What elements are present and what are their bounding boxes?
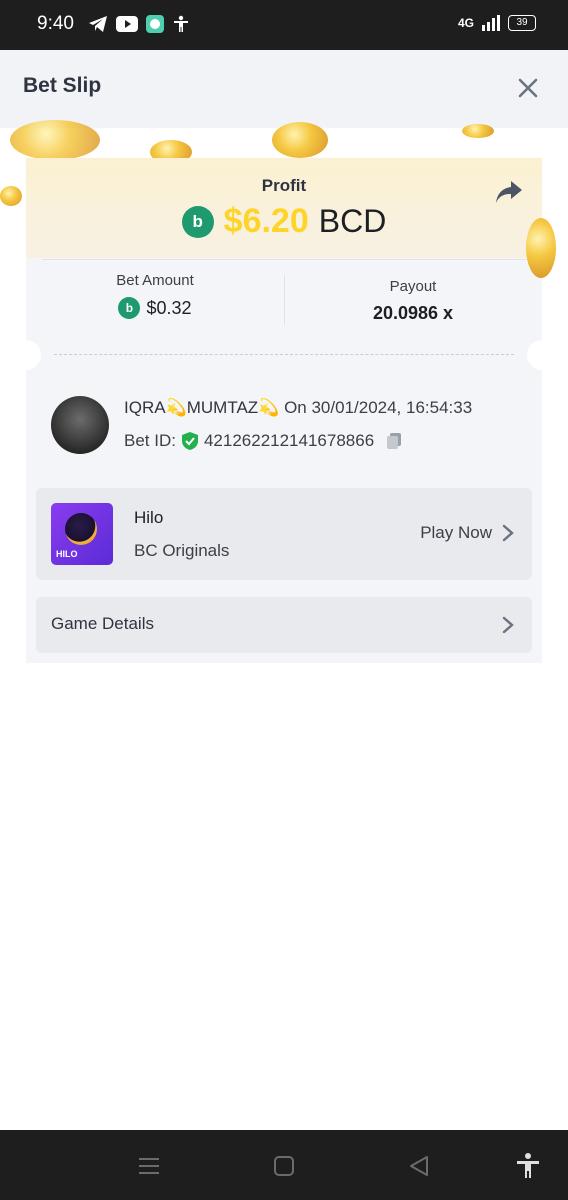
ticket-notch — [11, 340, 41, 370]
signal-icon — [482, 15, 500, 31]
accessibility-icon[interactable] — [514, 1152, 542, 1180]
profit-label: Profit — [261, 176, 307, 195]
chevron-right-icon — [502, 616, 514, 634]
bet-amount-value: $0.32 — [146, 297, 192, 318]
bet-slip-header: Bet Slip — [0, 50, 568, 128]
network-label: 4G — [457, 16, 474, 30]
system-nav-bar — [0, 1130, 568, 1200]
page-title: Bet Slip — [23, 74, 102, 97]
decorative-coin — [10, 120, 100, 160]
payout-value: 20.0986 x — [372, 303, 454, 323]
accessibility-icon — [174, 15, 188, 32]
telegram-icon — [89, 16, 107, 32]
bet-amount-value-row: b $0.32 — [26, 297, 284, 319]
chevron-right-icon — [502, 524, 514, 542]
game-row[interactable]: HILO Hilo BC Originals Play Now — [36, 488, 532, 580]
share-icon[interactable] — [494, 178, 524, 206]
payout-stat: Payout 20.0986 x — [284, 272, 542, 324]
bet-id-label: Bet ID: — [124, 431, 176, 450]
game-details-label: Game Details — [51, 614, 154, 633]
game-thumbnail-label: HILO — [56, 549, 78, 559]
menu-icon[interactable] — [135, 1152, 163, 1180]
bet-id-value: 421262212141678866 — [203, 431, 375, 450]
back-icon[interactable] — [405, 1152, 433, 1180]
status-bar: 9:40 4G 39 — [0, 0, 568, 50]
profit-currency: BCD — [318, 203, 387, 239]
profit-amount: $6.20 — [223, 202, 309, 240]
username[interactable]: IQRA💫MUMTAZ💫 — [124, 398, 279, 417]
close-icon[interactable] — [516, 76, 540, 100]
chat-app-icon — [146, 15, 164, 33]
ticket-perforation — [54, 354, 514, 355]
screen: 9:40 4G 39 Bet Slip Profit b $6.20 BCD B… — [0, 0, 568, 1200]
bet-amount-stat: Bet Amount b $0.32 — [26, 272, 284, 319]
game-name: Hilo — [134, 508, 164, 527]
status-time: 9:40 — [37, 13, 74, 34]
verified-shield-icon — [181, 432, 198, 450]
bet-amount-label: Bet Amount — [116, 272, 194, 289]
bet-datetime: On 30/01/2024, 16:54:33 — [284, 398, 473, 417]
copy-icon[interactable] — [384, 431, 404, 451]
decorative-coin — [462, 124, 494, 138]
bcd-coin-icon: b — [181, 205, 214, 238]
bet-id-row: Bet ID: 421262212141678866 — [124, 431, 404, 451]
hilo-logo-icon — [65, 513, 97, 545]
battery-icon: 39 — [508, 15, 536, 31]
bcd-coin-icon: b — [118, 297, 141, 319]
play-now-label: Play Now — [420, 523, 492, 542]
bet-slip-card: Profit b $6.20 BCD Bet Amount b $0.32 Pa… — [11, 158, 557, 663]
decorative-coin — [0, 186, 22, 206]
game-details-button[interactable]: Game Details — [36, 597, 532, 653]
payout-label: Payout — [389, 278, 437, 295]
decorative-coin — [272, 122, 328, 158]
profit-row: b $6.20 BCD — [26, 202, 542, 241]
user-info: IQRA💫MUMTAZ💫 On 30/01/2024, 16:54:33 — [124, 398, 472, 418]
notification-icons — [88, 15, 190, 33]
game-thumbnail: HILO — [51, 503, 113, 565]
game-provider: BC Originals — [134, 541, 230, 560]
system-icons: 4G 39 — [458, 15, 536, 31]
avatar[interactable] — [51, 396, 109, 454]
youtube-icon — [116, 16, 138, 32]
home-icon[interactable] — [270, 1152, 298, 1180]
ticket-notch — [527, 340, 557, 370]
play-now-button[interactable]: Play Now — [420, 523, 514, 543]
divider — [42, 259, 526, 260]
